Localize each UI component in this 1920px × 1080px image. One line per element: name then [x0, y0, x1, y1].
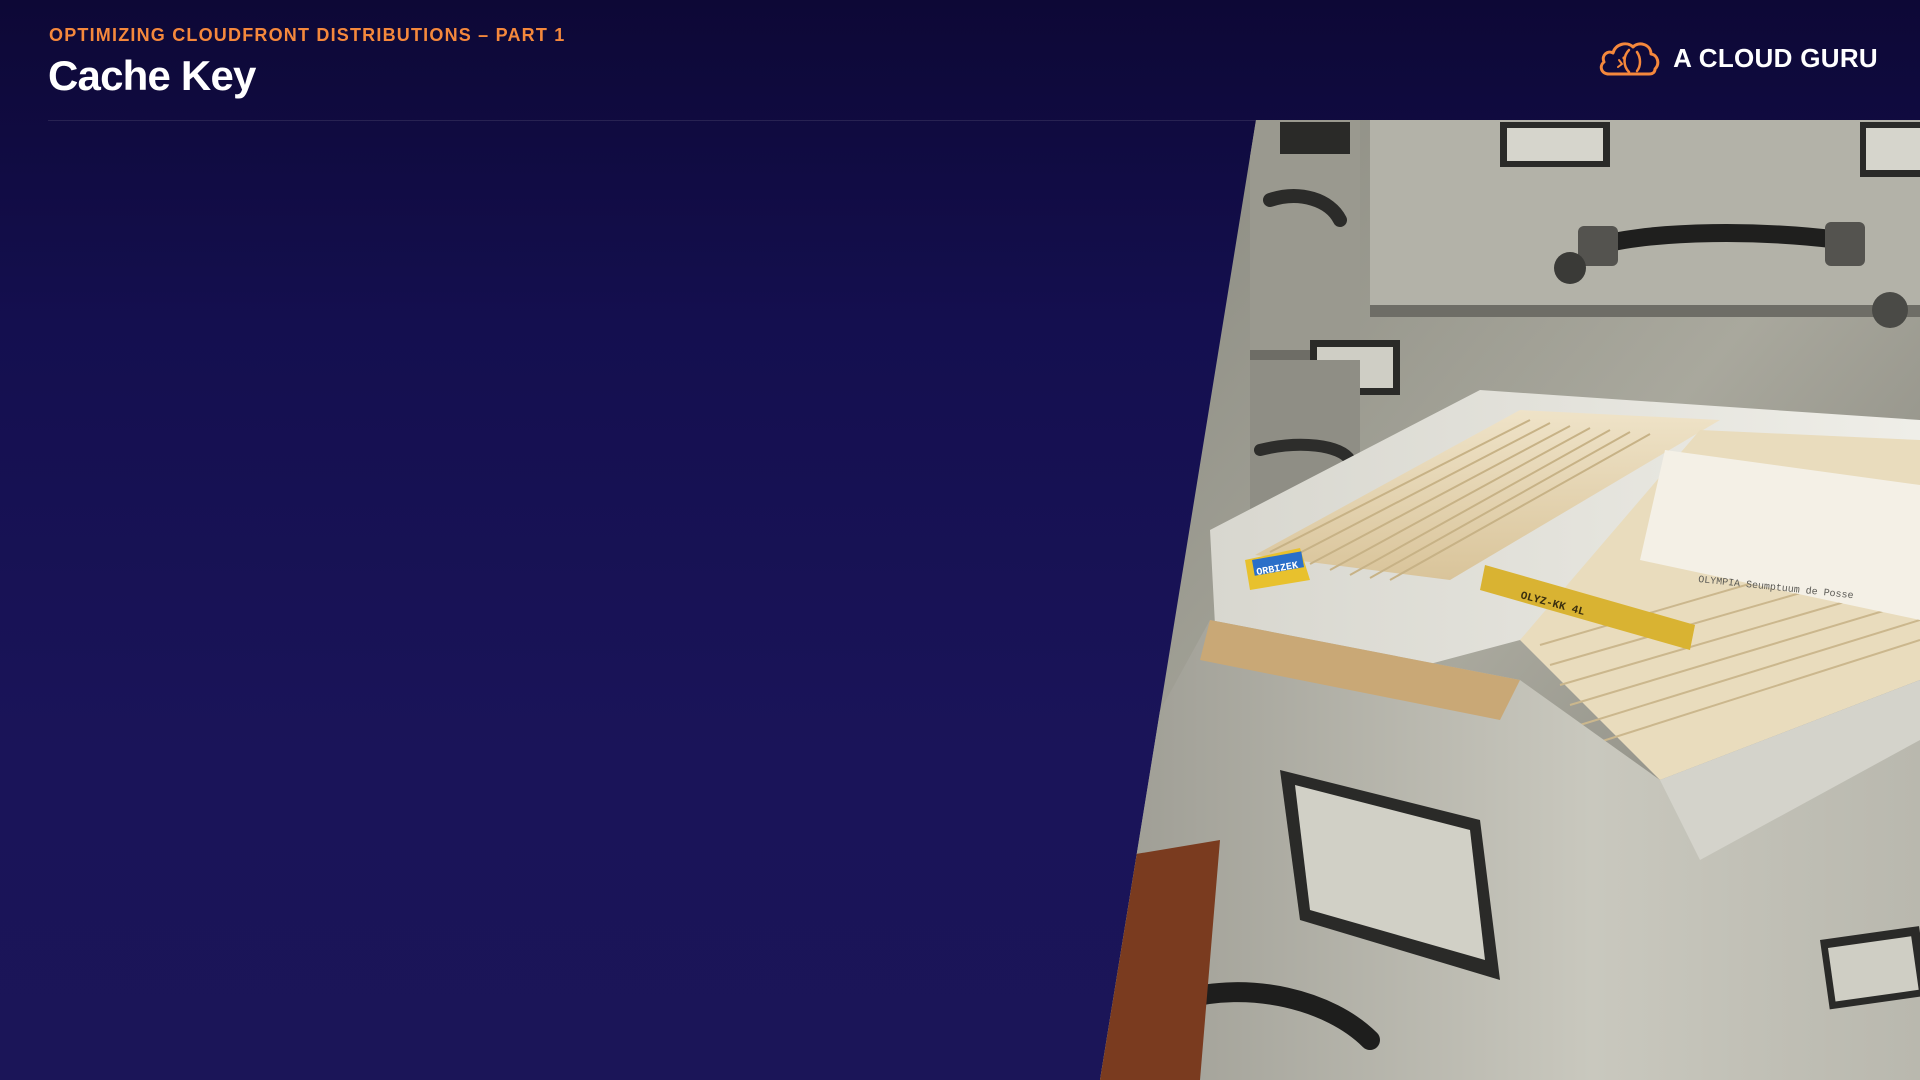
- slide-title: Cache Key: [48, 52, 256, 99]
- header-divider: [48, 120, 1258, 121]
- slide-header: OPTIMIZING CLOUDFRONT DISTRIBUTIONS – PA…: [0, 0, 1920, 121]
- file-cabinet-drawer-image: ORBIZEK OLYZ-KK 4L OLYMPIA Seumptuum de …: [1100, 120, 1920, 1080]
- brand-logo: A CLOUD GURU: [1597, 36, 1878, 80]
- slide-eyebrow: OPTIMIZING CLOUDFRONT DISTRIBUTIONS – PA…: [49, 25, 566, 45]
- brand-name: A CLOUD GURU: [1673, 42, 1878, 73]
- cloud-logo-icon: [1599, 42, 1660, 76]
- photo-illustration: ORBIZEK OLYZ-KK 4L OLYMPIA Seumptuum de …: [1100, 120, 1920, 1080]
